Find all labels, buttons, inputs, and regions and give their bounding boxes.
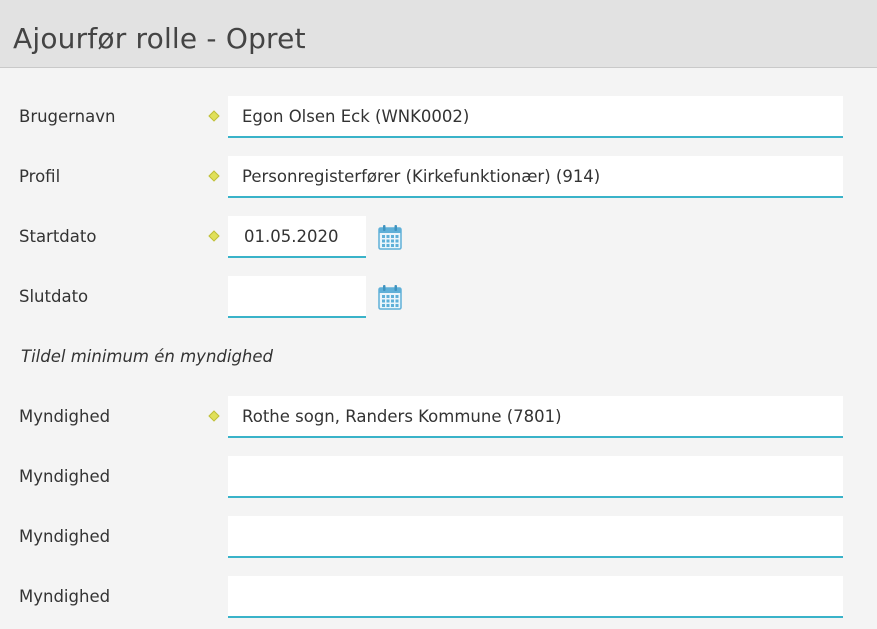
- myndighed-label: Myndighed: [19, 467, 111, 486]
- brugernavn-label: Brugernavn: [19, 107, 116, 126]
- slutdato-label: Slutdato: [19, 287, 89, 306]
- calendar-icon[interactable]: [378, 224, 402, 250]
- brugernavn-input[interactable]: [228, 96, 843, 138]
- profil-row: Profil: [0, 156, 877, 198]
- slutdato-input[interactable]: [228, 276, 366, 318]
- myndighed-label: Myndighed: [19, 527, 111, 546]
- myndighed-input[interactable]: [228, 516, 843, 558]
- required-marker-icon: [208, 110, 220, 122]
- slutdato-row: Slutdato: [0, 276, 877, 318]
- myndighed-label: Myndighed: [19, 587, 111, 606]
- profil-label: Profil: [19, 167, 61, 186]
- startdato-input[interactable]: [228, 216, 366, 258]
- calendar-icon[interactable]: [378, 284, 402, 310]
- profil-input[interactable]: [228, 156, 843, 198]
- required-marker-icon: [208, 230, 220, 242]
- myndighed-hint: Tildel minimum én myndighed: [21, 347, 274, 366]
- myndighed-input[interactable]: [228, 576, 843, 618]
- myndighed-input[interactable]: [228, 396, 843, 438]
- page-title: Ajourfør rolle - Opret: [13, 22, 306, 55]
- page-header: Ajourfør rolle - Opret: [0, 0, 877, 68]
- myndighed-row: Myndighed: [0, 516, 877, 558]
- brugernavn-row: Brugernavn: [0, 96, 877, 138]
- required-marker-icon: [208, 170, 220, 182]
- myndighed-row: Myndighed: [0, 576, 877, 618]
- myndighed-row: Myndighed: [0, 456, 877, 498]
- startdato-row: Startdato: [0, 216, 877, 258]
- startdato-label: Startdato: [19, 227, 97, 246]
- required-marker-icon: [208, 410, 220, 422]
- myndighed-label: Myndighed: [19, 407, 111, 426]
- myndighed-input[interactable]: [228, 456, 843, 498]
- myndighed-row: Myndighed: [0, 396, 877, 438]
